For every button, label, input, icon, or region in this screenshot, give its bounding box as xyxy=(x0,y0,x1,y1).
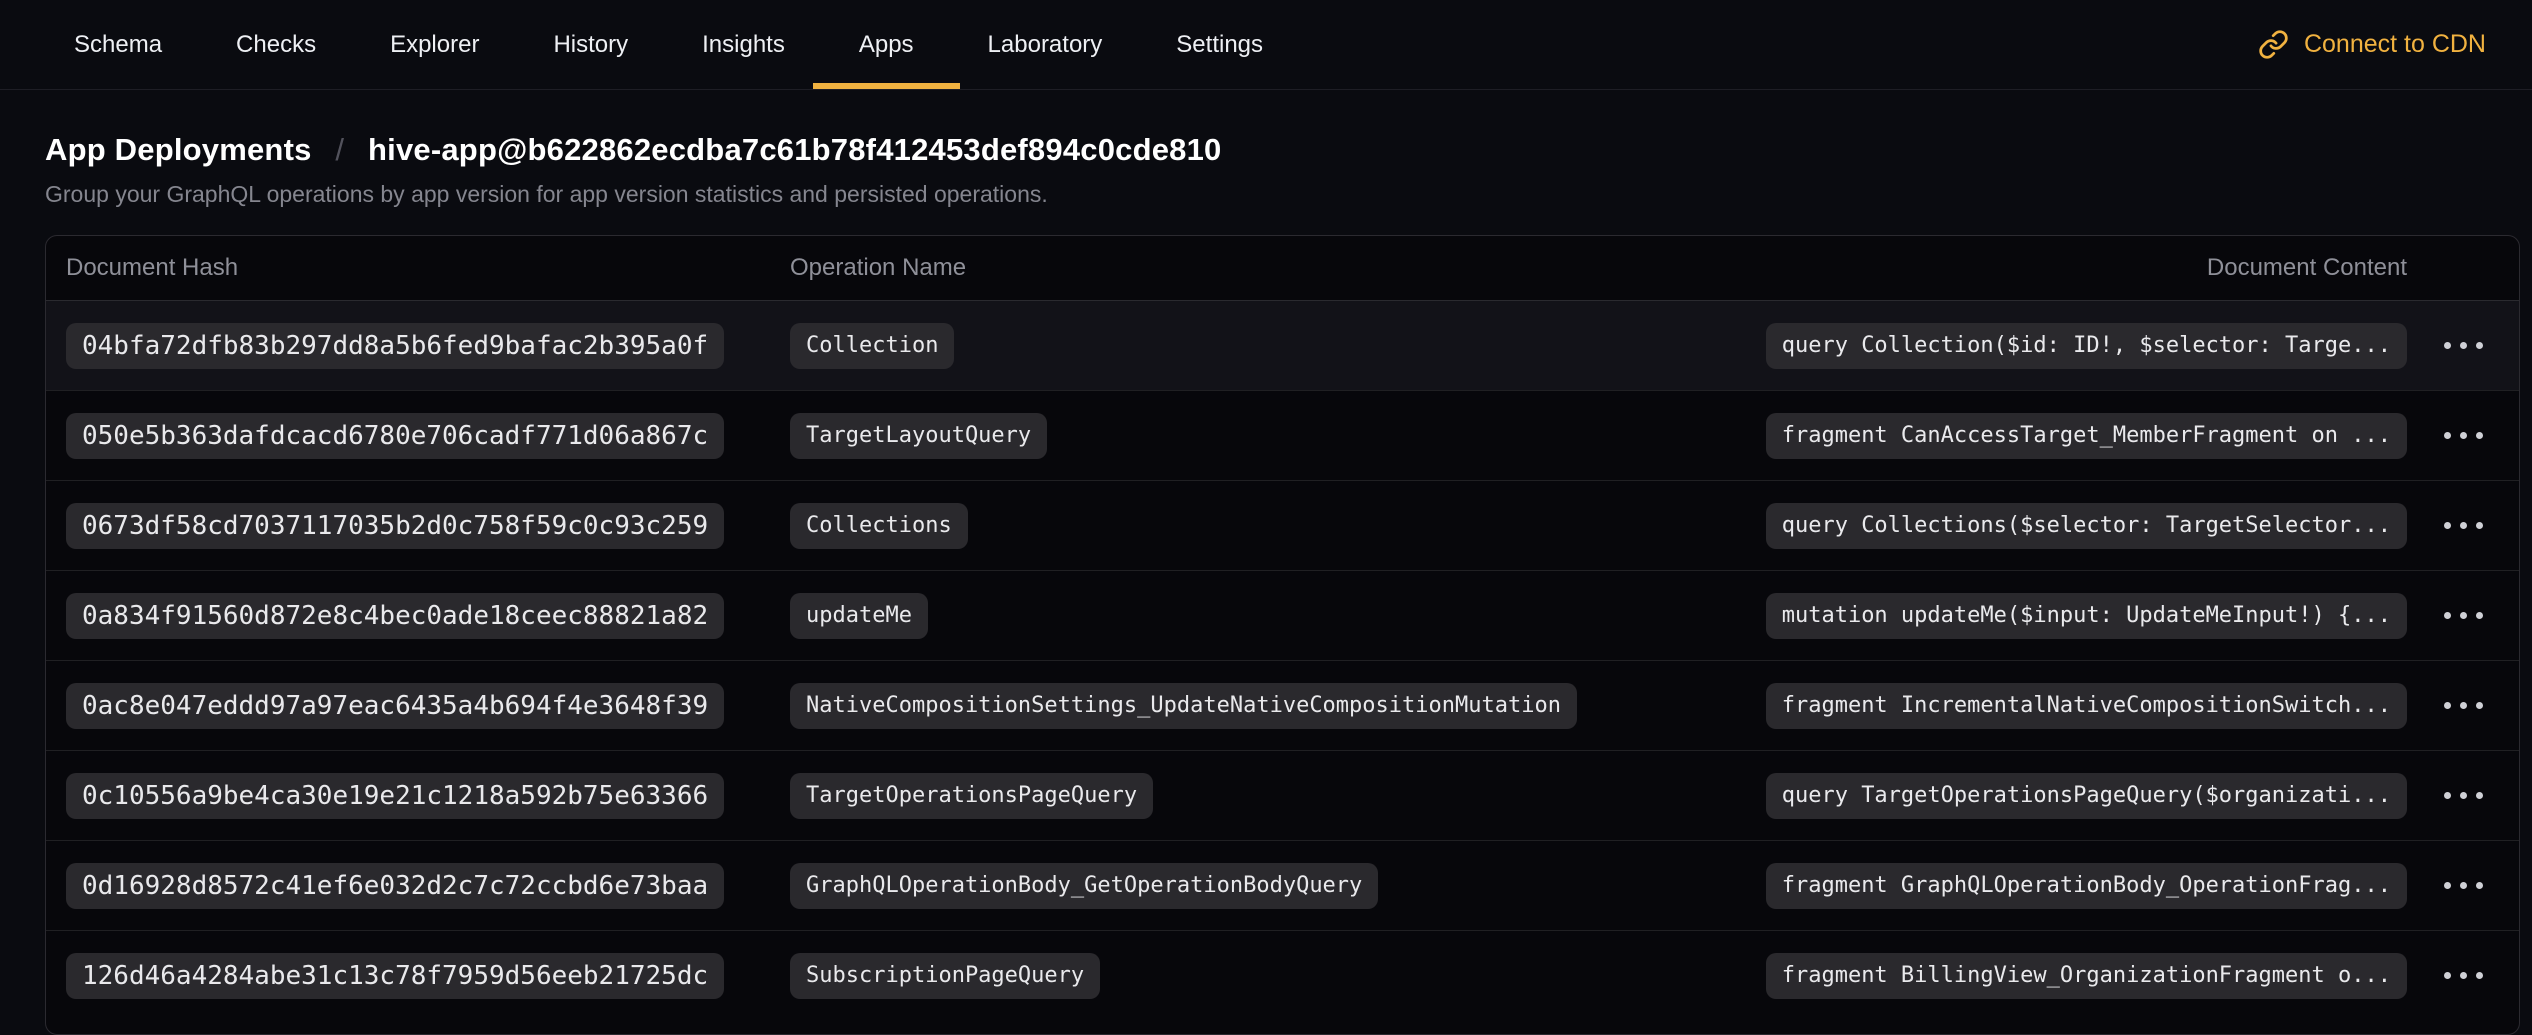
operation-name-chip: GraphQLOperationBody_GetOperationBodyQue… xyxy=(790,863,1378,909)
app-deployments-table: Document Hash Operation Name Document Co… xyxy=(45,235,2520,1035)
document-hash-chip: 0d16928d8572c41ef6e032d2c7c72ccbd6e73baa xyxy=(66,863,724,909)
row-menu-button[interactable] xyxy=(2434,598,2493,633)
link-icon xyxy=(2258,29,2289,60)
ellipsis-icon xyxy=(2444,522,2451,529)
table-row[interactable]: 0c10556a9be4ca30e19e21c1218a592b75e63366… xyxy=(46,750,2519,840)
table-row[interactable]: 04bfa72dfb83b297dd8a5b6fed9bafac2b395a0f… xyxy=(46,300,2519,390)
row-menu-button[interactable] xyxy=(2434,328,2493,363)
row-menu-button[interactable] xyxy=(2434,418,2493,453)
ellipsis-icon xyxy=(2444,432,2451,439)
document-content-chip: fragment BillingView_OrganizationFragmen… xyxy=(1766,953,2407,999)
table-row[interactable]: 0ac8e047eddd97a97eac6435a4b694f4e3648f39… xyxy=(46,660,2519,750)
document-hash-chip: 0ac8e047eddd97a97eac6435a4b694f4e3648f39 xyxy=(66,683,724,729)
document-hash-chip: 04bfa72dfb83b297dd8a5b6fed9bafac2b395a0f xyxy=(66,323,724,369)
table-header-row: Document Hash Operation Name Document Co… xyxy=(46,236,2519,300)
operation-name-chip: Collections xyxy=(790,503,968,549)
document-content-chip: fragment IncrementalNativeCompositionSwi… xyxy=(1766,683,2407,729)
ellipsis-icon xyxy=(2444,882,2451,889)
tab-label: Insights xyxy=(702,31,785,59)
row-menu-button[interactable] xyxy=(2434,778,2493,813)
breadcrumb-section[interactable]: App Deployments xyxy=(45,132,312,167)
document-hash-chip: 0a834f91560d872e8c4bec0ade18ceec88821a82 xyxy=(66,593,724,639)
document-content-chip: query Collections($selector: TargetSelec… xyxy=(1766,503,2407,549)
row-menu-button[interactable] xyxy=(2434,958,2493,993)
row-menu-button[interactable] xyxy=(2434,868,2493,903)
operation-name-chip: TargetOperationsPageQuery xyxy=(790,773,1153,819)
tab-label: Schema xyxy=(74,31,162,59)
document-content-chip: query TargetOperationsPageQuery($organiz… xyxy=(1766,773,2407,819)
row-menu-button[interactable] xyxy=(2434,508,2493,543)
top-navbar: Schema Checks Explorer History Insights … xyxy=(0,0,2532,90)
column-header-document-content: Document Content xyxy=(2207,254,2407,282)
cdn-button-label: Connect to CDN xyxy=(2304,30,2486,59)
tab-label: Laboratory xyxy=(988,31,1103,59)
operation-name-chip: NativeCompositionSettings_UpdateNativeCo… xyxy=(790,683,1577,729)
table-row[interactable]: 050e5b363dafdcacd6780e706cadf771d06a867c… xyxy=(46,390,2519,480)
tab-checks[interactable]: Checks xyxy=(236,0,316,89)
ellipsis-icon xyxy=(2444,342,2451,349)
document-hash-chip: 0673df58cd7037117035b2d0c758f59c0c93c259 xyxy=(66,503,724,549)
ellipsis-icon xyxy=(2444,972,2451,979)
breadcrumb-app-name: hive-app@b622862ecdba7c61b78f412453def89… xyxy=(368,132,1221,167)
document-content-chip: mutation updateMe($input: UpdateMeInput!… xyxy=(1766,593,2407,639)
tab-label: History xyxy=(553,31,628,59)
tab-laboratory[interactable]: Laboratory xyxy=(988,0,1103,89)
operation-name-chip: SubscriptionPageQuery xyxy=(790,953,1100,999)
tab-insights[interactable]: Insights xyxy=(702,0,785,89)
column-header-document-hash: Document Hash xyxy=(66,254,790,282)
tab-explorer[interactable]: Explorer xyxy=(390,0,479,89)
ellipsis-icon xyxy=(2444,792,2451,799)
tab-label: Explorer xyxy=(390,31,479,59)
document-hash-chip: 126d46a4284abe31c13c78f7959d56eeb21725dc xyxy=(66,953,724,999)
column-header-operation-name: Operation Name xyxy=(790,254,2207,282)
document-hash-chip: 0c10556a9be4ca30e19e21c1218a592b75e63366 xyxy=(66,773,724,819)
connect-to-cdn-button[interactable]: Connect to CDN xyxy=(2258,0,2486,89)
tab-history[interactable]: History xyxy=(553,0,628,89)
document-content-chip: fragment CanAccessTarget_MemberFragment … xyxy=(1766,413,2407,459)
ellipsis-icon xyxy=(2444,702,2451,709)
table-row[interactable]: 0a834f91560d872e8c4bec0ade18ceec88821a82… xyxy=(46,570,2519,660)
document-hash-chip: 050e5b363dafdcacd6780e706cadf771d06a867c xyxy=(66,413,724,459)
tab-label: Apps xyxy=(859,31,914,59)
document-content-chip: fragment GraphQLOperationBody_OperationF… xyxy=(1766,863,2407,909)
operation-name-chip: updateMe xyxy=(790,593,928,639)
tab-apps[interactable]: Apps xyxy=(859,0,914,89)
tab-label: Settings xyxy=(1176,31,1263,59)
row-menu-button[interactable] xyxy=(2434,688,2493,723)
document-content-chip: query Collection($id: ID!, $selector: Ta… xyxy=(1766,323,2407,369)
breadcrumb: App Deployments / hive-app@b622862ecdba7… xyxy=(45,132,2487,168)
page-header: App Deployments / hive-app@b622862ecdba7… xyxy=(0,90,2532,208)
tab-settings[interactable]: Settings xyxy=(1176,0,1263,89)
tab-schema[interactable]: Schema xyxy=(74,0,162,89)
tab-label: Checks xyxy=(236,31,316,59)
table-row[interactable]: 0673df58cd7037117035b2d0c758f59c0c93c259… xyxy=(46,480,2519,570)
operation-name-chip: Collection xyxy=(790,323,954,369)
page-subtitle: Group your GraphQL operations by app ver… xyxy=(45,181,2487,208)
table-row[interactable]: 126d46a4284abe31c13c78f7959d56eeb21725dc… xyxy=(46,930,2519,1020)
nav-tabs: Schema Checks Explorer History Insights … xyxy=(74,0,1263,89)
ellipsis-icon xyxy=(2444,612,2451,619)
operation-name-chip: TargetLayoutQuery xyxy=(790,413,1047,459)
table-row[interactable]: 0d16928d8572c41ef6e032d2c7c72ccbd6e73baa… xyxy=(46,840,2519,930)
breadcrumb-separator: / xyxy=(335,132,344,167)
